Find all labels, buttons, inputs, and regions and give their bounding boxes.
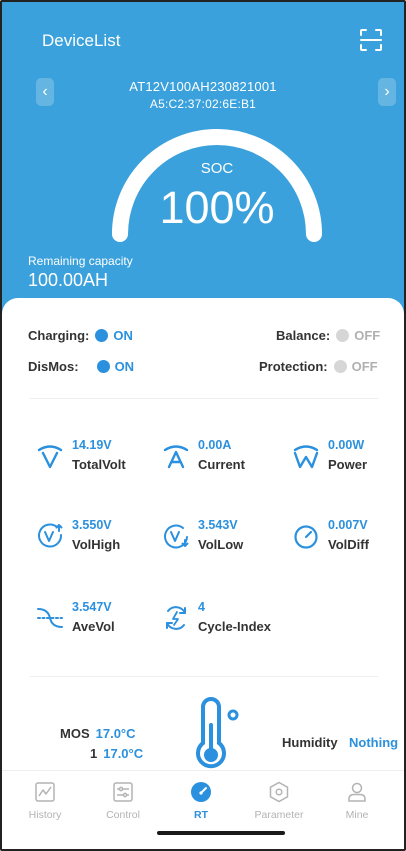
- tab-parameter[interactable]: Parameter: [244, 781, 314, 831]
- vol-high-metric: 3.550V VolHigh: [36, 518, 156, 558]
- parameter-hexagon-icon: [269, 781, 289, 803]
- power-label: Power: [328, 457, 368, 472]
- temp-1-value: 17.0°C: [103, 746, 144, 761]
- ave-vol-value: 3.547V: [72, 600, 112, 614]
- divider: [30, 676, 378, 677]
- tab-history[interactable]: History: [10, 781, 80, 831]
- vol-diff-metric: 0.007V VolDiff: [292, 518, 404, 558]
- cycle-index-value: 4: [198, 600, 205, 614]
- total-volt-value: 14.19V: [72, 438, 112, 452]
- realtime-gauge-icon: [191, 782, 211, 802]
- vol-diff-label: VolDiff: [328, 537, 369, 552]
- temp-mos-label: MOS: [60, 726, 90, 741]
- ave-vol-label: AveVol: [72, 619, 115, 634]
- temp-mos-value: 17.0°C: [95, 726, 136, 741]
- tab-control[interactable]: Control: [88, 781, 158, 831]
- cycle-index-label: Cycle-Index: [198, 619, 271, 634]
- device-name: AT12V100AH230821001: [129, 79, 277, 94]
- power-w-icon: [293, 445, 319, 469]
- protection-indicator: [333, 360, 347, 373]
- cycle-index-metric: 4 Cycle-Index: [162, 600, 282, 640]
- voltage-v-icon: [37, 445, 63, 469]
- average-wave-icon: [37, 608, 63, 628]
- protection-label: Protection:: [259, 359, 328, 374]
- current-a-icon: [163, 445, 189, 469]
- charging-label: Charging:: [28, 328, 90, 343]
- control-sliders-icon: [113, 782, 133, 802]
- vol-low-value: 3.543V: [198, 518, 238, 532]
- vol-low-label: VolLow: [198, 537, 244, 552]
- vol-diff-value: 0.007V: [328, 518, 368, 532]
- balance-indicator: [336, 329, 350, 342]
- humidity-value: Nothing: [349, 735, 399, 750]
- balance-label: Balance:: [276, 328, 331, 343]
- soc-value: 100%: [159, 182, 275, 233]
- voltage-high-icon: [38, 523, 63, 548]
- app-screen: DeviceList ‹ › AT12V100AH230821001 A5:C2…: [0, 0, 406, 851]
- gauge-icon: [294, 525, 318, 549]
- tab-mine[interactable]: Mine: [322, 781, 392, 831]
- bottom-tab-bar: History Control RT Parameter Mine: [2, 770, 404, 849]
- device-list-title[interactable]: DeviceList: [42, 31, 120, 51]
- charging-status: Charging: ON: [28, 328, 133, 343]
- dismos-status: DisMos: ON: [28, 359, 134, 374]
- total-volt-label: TotalVolt: [72, 457, 126, 472]
- temp-row-1: 1 17.0°C: [90, 746, 143, 761]
- remaining-capacity-label: Remaining capacity: [28, 254, 133, 268]
- dismos-indicator: [96, 360, 110, 373]
- charging-indicator: [95, 329, 109, 342]
- tab-rt-label: RT: [194, 809, 208, 821]
- tab-rt[interactable]: RT: [166, 781, 236, 831]
- tab-mine-label: Mine: [345, 809, 369, 821]
- dismos-label: DisMos:: [28, 359, 79, 374]
- temp-1-label: 1: [90, 746, 98, 761]
- temp-row-mos: MOS 17.0°C: [60, 726, 136, 741]
- charging-value: ON: [113, 328, 133, 343]
- cycle-bolt-icon: [166, 606, 186, 630]
- user-icon: [348, 782, 366, 802]
- humidity-label: Humidity: [282, 735, 338, 750]
- vol-high-label: VolHigh: [72, 537, 121, 552]
- soc-label: SOC: [200, 160, 234, 177]
- current-label: Current: [198, 457, 245, 472]
- tab-parameter-label: Parameter: [254, 809, 304, 821]
- current-metric: 0.00A Current: [162, 438, 282, 478]
- home-indicator: [157, 831, 285, 835]
- tab-control-label: Control: [106, 809, 140, 821]
- current-value: 0.00A: [198, 438, 232, 452]
- balance-value: OFF: [354, 328, 381, 343]
- balance-status: Balance: OFF: [276, 328, 380, 343]
- remaining-capacity-value: 100.00AH: [28, 270, 109, 290]
- device-mac: A5:C2:37:02:6E:B1: [149, 97, 257, 111]
- dismos-value: ON: [114, 359, 135, 374]
- power-value: 0.00W: [328, 438, 365, 452]
- vol-high-value: 3.550V: [72, 518, 112, 532]
- scan-icon[interactable]: [358, 27, 384, 53]
- protection-value: OFF: [351, 359, 378, 374]
- voltage-low-icon: [164, 524, 189, 549]
- tab-history-label: History: [28, 809, 62, 821]
- protection-status: Protection: OFF: [259, 359, 378, 374]
- history-chart-icon: [35, 782, 55, 802]
- ave-vol-metric: 3.547V AveVol: [36, 600, 156, 640]
- total-volt-metric: 14.19V TotalVolt: [36, 438, 156, 478]
- thermometer-icon: [196, 697, 239, 769]
- vol-low-metric: 3.543V VolLow: [162, 518, 282, 558]
- battery-header: DeviceList ‹ › AT12V100AH230821001 A5:C2…: [2, 2, 404, 322]
- power-metric: 0.00W Power: [292, 438, 404, 478]
- divider: [30, 398, 378, 399]
